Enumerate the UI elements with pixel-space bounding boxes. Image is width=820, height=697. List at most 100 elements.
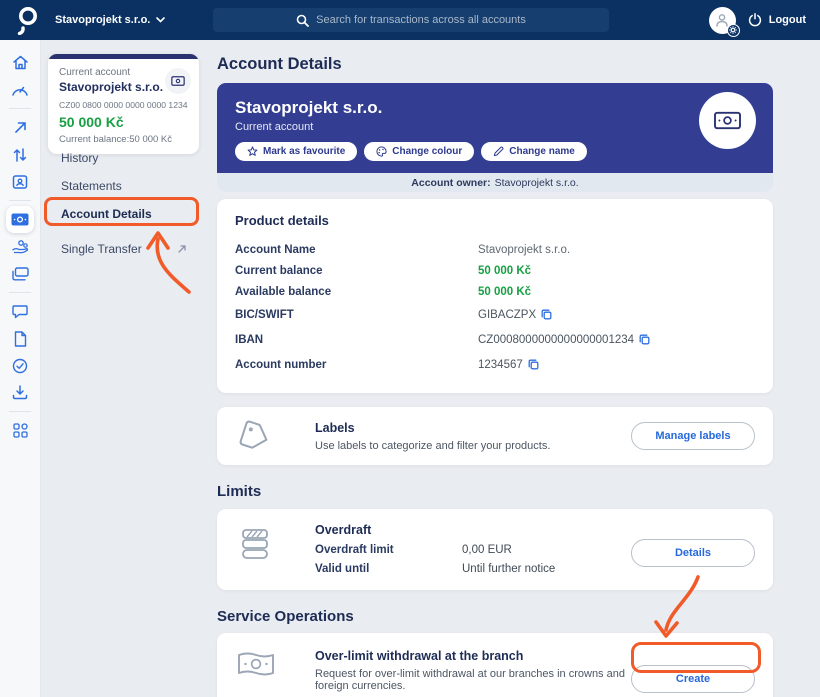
account-summary-card[interactable]: Current account Stavoprojekt s.r.o. CZ00…	[48, 54, 199, 154]
detail-value: Stavoprojekt s.r.o.	[478, 244, 570, 256]
menu-label: Statements	[61, 179, 122, 193]
detail-row: BIC/SWIFT GIBACZPX	[235, 302, 755, 327]
detail-row: Account number 1234567	[235, 352, 755, 377]
account-switcher[interactable]: Stavoprojekt s.r.o.	[55, 14, 166, 26]
detail-value-text: CZ0008000000000000001234	[478, 333, 635, 346]
logout-label: Logout	[768, 14, 806, 26]
pencil-icon	[494, 146, 504, 157]
labels-description: Use labels to categorize and filter your…	[315, 439, 551, 452]
labels-title: Labels	[315, 420, 355, 435]
rail-transactions[interactable]	[6, 141, 34, 168]
banknote-icon	[11, 213, 29, 226]
limit-label: Overdraft limit	[315, 544, 394, 556]
labels-card: Labels Use labels to categorize and filt…	[217, 407, 773, 465]
product-details-card: Product details Account Name Stavoprojek…	[217, 199, 773, 393]
hand-coins-icon	[12, 239, 29, 253]
arrow-up-right-icon	[14, 122, 26, 133]
owner-value: Stavoprojekt s.r.o.	[494, 176, 579, 189]
detail-label: Current balance	[235, 264, 323, 277]
detail-value-text: 1234567	[478, 358, 523, 371]
detail-label: IBAN	[235, 333, 264, 346]
manage-labels-button[interactable]: Manage labels	[631, 422, 755, 450]
search-icon	[296, 14, 310, 27]
detail-value-text: 50 000 Kč	[478, 264, 532, 277]
overdraft-details-button[interactable]: Details	[631, 539, 755, 567]
page-title: Account Details	[217, 55, 342, 73]
menu-label: History	[61, 151, 99, 165]
chevron-down-icon	[156, 17, 166, 23]
button-label: Change colour	[392, 146, 463, 157]
arrows-up-down-icon	[13, 147, 27, 162]
account-hero-card: Stavoprojekt s.r.o. Current account Mark…	[217, 83, 773, 173]
arrow-up-right-icon	[178, 245, 186, 253]
rail-documents[interactable]	[6, 325, 34, 352]
sidebar-item-single-transfer[interactable]: Single Transfer	[41, 235, 203, 263]
account-iban: CZ00 0800 0000 0000 0000 1234	[59, 100, 188, 110]
power-icon	[748, 13, 761, 27]
detail-value-text: 50 000 Kč	[478, 285, 532, 298]
account-owner-band: Account owner: Stavoprojekt s.r.o.	[217, 173, 773, 192]
search-input[interactable]: Search for transactions across all accou…	[213, 8, 609, 32]
rail-home[interactable]	[6, 49, 34, 76]
limit-label: Valid until	[315, 563, 370, 575]
hero-account-badge	[699, 92, 756, 149]
rail-divider	[9, 411, 31, 412]
stacked-notes-icon	[242, 529, 268, 559]
service-item-description: Request for over-limit withdrawal at our…	[315, 668, 625, 692]
palette-icon	[376, 146, 387, 157]
copy-button[interactable]	[541, 309, 552, 320]
sidebar-item-history[interactable]: History	[41, 144, 203, 172]
overdraft-card: Overdraft Overdraft limit 0,00 EUR Valid…	[217, 509, 773, 590]
service-icon-slot	[235, 649, 315, 679]
sidebar-item-statements[interactable]: Statements	[41, 172, 203, 200]
home-icon	[12, 55, 28, 70]
detail-value: 50 000 Kč	[478, 286, 531, 298]
owner-label: Account owner:	[411, 176, 491, 189]
copy-icon	[541, 309, 552, 320]
rail-apps[interactable]	[6, 417, 34, 444]
hero-account-type: Current account	[235, 121, 314, 133]
rail-overview[interactable]	[6, 76, 34, 103]
card-user-icon	[12, 174, 28, 189]
rail-approvals[interactable]	[6, 352, 34, 379]
mark-favourite-button[interactable]: Mark as favourite	[235, 142, 358, 161]
service-operation-card: Over-limit withdrawal at the branch Requ…	[217, 633, 773, 697]
change-colour-button[interactable]: Change colour	[364, 142, 475, 161]
rail-messages[interactable]	[6, 298, 34, 325]
user-avatar[interactable]	[708, 6, 740, 37]
sidebar-item-account-details[interactable]: Account Details	[41, 200, 203, 228]
rail-downloads[interactable]	[6, 379, 34, 406]
rail-accounts[interactable]	[6, 206, 34, 233]
detail-value: 1234567	[478, 359, 539, 371]
logout-button[interactable]: Logout	[748, 13, 806, 27]
button-label: Change name	[509, 146, 575, 157]
create-button[interactable]: Create	[631, 665, 755, 693]
rail-contacts[interactable]	[6, 168, 34, 195]
topbar-right: Logout	[708, 0, 806, 40]
copy-icon	[528, 359, 539, 370]
overdraft-icon-slot	[235, 523, 315, 563]
rail-cards[interactable]	[6, 260, 34, 287]
detail-value: GIBACZPX	[478, 309, 552, 321]
detail-row: Available balance 50 000 Kč	[235, 281, 755, 302]
detail-label: Account number	[235, 358, 327, 371]
button-label: Mark as favourite	[263, 146, 346, 157]
check-circle-icon	[12, 358, 28, 373]
account-type-badge	[165, 68, 191, 94]
download-icon	[12, 385, 28, 400]
copy-button[interactable]	[639, 334, 650, 345]
george-logo[interactable]	[13, 5, 41, 35]
chat-icon	[12, 305, 28, 319]
rail-payments[interactable]	[6, 233, 34, 260]
document-icon	[14, 330, 26, 347]
change-name-button[interactable]: Change name	[481, 142, 587, 161]
hero-account-name: Stavoprojekt s.r.o.	[235, 98, 383, 117]
search-placeholder: Search for transactions across all accou…	[316, 14, 526, 26]
hero-actions: Mark as favourite Change colour Change n…	[235, 142, 755, 161]
service-operations-section-title: Service Operations	[217, 608, 354, 625]
copy-button[interactable]	[528, 359, 539, 370]
service-item-title: Over-limit withdrawal at the branch	[315, 649, 524, 663]
detail-label: BIC/SWIFT	[235, 308, 294, 321]
rail-outgoing[interactable]	[6, 114, 34, 141]
sidebar: Current account Stavoprojekt s.r.o. CZ00…	[41, 40, 203, 697]
